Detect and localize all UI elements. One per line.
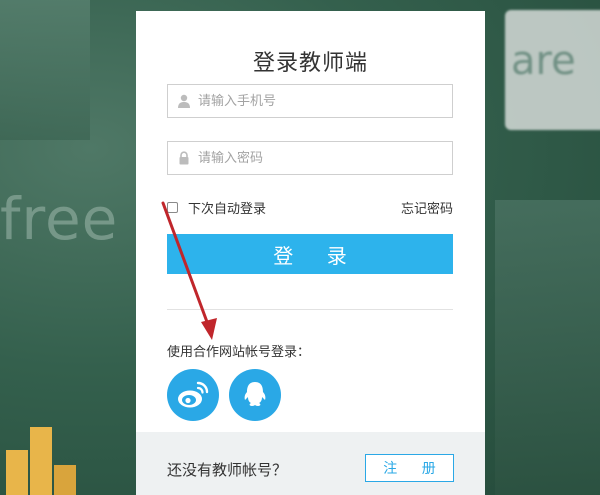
- weibo-icon: [178, 381, 209, 408]
- bg-word: free: [0, 185, 119, 253]
- partner-login-label: 使用合作网站帐号登录：: [167, 345, 311, 360]
- phone-field[interactable]: [167, 84, 453, 118]
- lock-icon: [179, 151, 189, 165]
- bg-blocks: [6, 415, 76, 495]
- divider: [167, 309, 453, 310]
- bg-card: are: [505, 10, 600, 130]
- remember-me[interactable]: 下次自动登录: [167, 198, 267, 217]
- weibo-login-button[interactable]: [167, 369, 219, 421]
- page-title: 登录教师端: [252, 51, 368, 76]
- forgot-password-link[interactable]: 忘记密码: [401, 198, 453, 217]
- qq-icon: [244, 382, 266, 406]
- login-card: 登录教师端 下次自动登录 忘记密码 登 录 使用合作网站帐号登录：: [136, 11, 485, 495]
- phone-input[interactable]: [198, 85, 448, 117]
- bg-text: are: [511, 38, 576, 84]
- no-account-text: 还没有教师帐号？: [167, 461, 288, 479]
- user-icon: [178, 94, 190, 108]
- bg-right-panel: [495, 200, 600, 495]
- remember-checkbox[interactable]: [167, 201, 178, 213]
- password-field[interactable]: [167, 141, 453, 175]
- qq-login-button[interactable]: [229, 369, 281, 421]
- register-button[interactable]: 注 册: [365, 454, 454, 482]
- password-input[interactable]: [198, 142, 448, 174]
- bg-shape: [0, 0, 90, 140]
- login-button[interactable]: 登 录: [167, 234, 453, 274]
- remember-label: 下次自动登录: [188, 201, 267, 217]
- footer: 还没有教师帐号？ 注 册: [136, 432, 485, 495]
